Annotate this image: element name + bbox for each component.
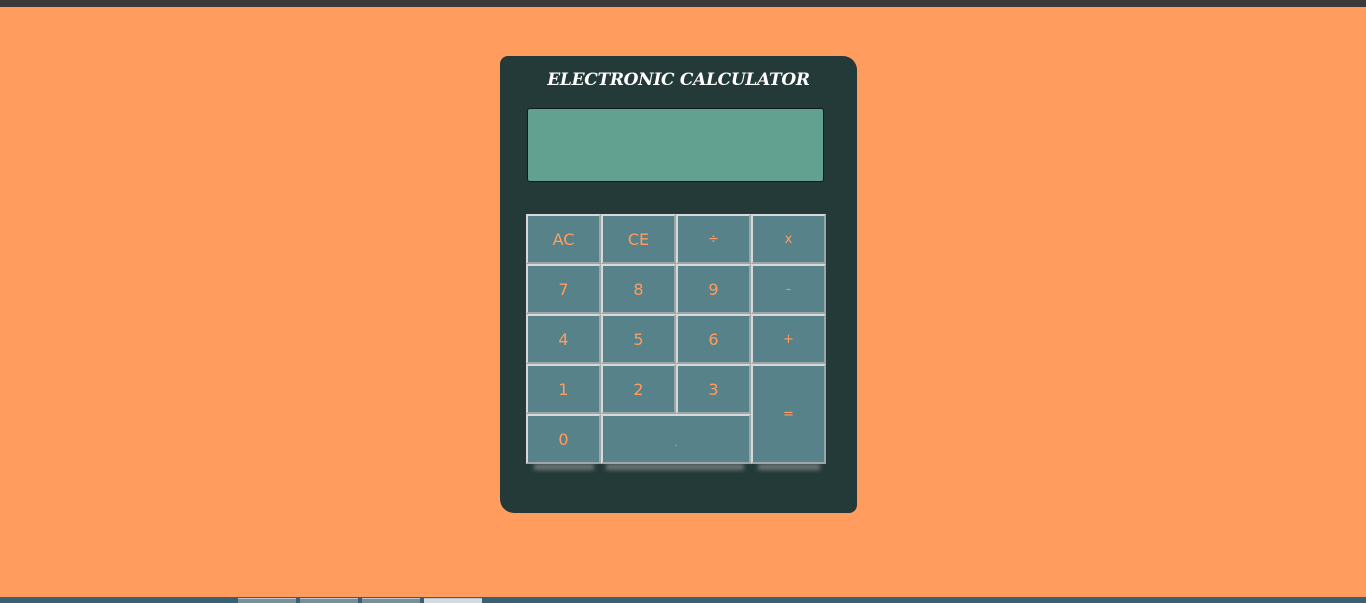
key-minus[interactable]: - [751,264,826,314]
key-1[interactable]: 1 [526,364,601,414]
key-multiply[interactable]: x [751,214,826,264]
key-shadow [534,464,594,470]
key-shadow [758,464,820,470]
key-ac[interactable]: AC [526,214,601,264]
calculator-display [527,108,824,182]
key-5[interactable]: 5 [601,314,676,364]
key-equals[interactable]: = [751,364,826,464]
key-plus[interactable]: + [751,314,826,364]
taskbar-item[interactable] [362,598,420,603]
keypad: AC CE ÷ x 7 8 9 - 4 5 6 + 1 2 3 = 0 . [526,214,826,464]
key-2[interactable]: 2 [601,364,676,414]
key-decimal[interactable]: . [601,414,751,464]
key-ce[interactable]: CE [601,214,676,264]
key-9[interactable]: 9 [676,264,751,314]
taskbar-item[interactable] [424,598,482,603]
taskbar-item[interactable] [238,598,296,603]
calculator: ELECTRONIC CALCULATOR AC CE ÷ x 7 8 9 - … [500,56,857,513]
key-8[interactable]: 8 [601,264,676,314]
key-7[interactable]: 7 [526,264,601,314]
calculator-title: ELECTRONIC CALCULATOR [547,70,810,90]
browser-top-bar [0,0,1366,7]
key-divide[interactable]: ÷ [676,214,751,264]
key-0[interactable]: 0 [526,414,601,464]
taskbar-item[interactable] [300,598,358,603]
key-6[interactable]: 6 [676,314,751,364]
key-3[interactable]: 3 [676,364,751,414]
key-4[interactable]: 4 [526,314,601,364]
desktop-taskbar-strip [0,597,1366,603]
key-shadow [606,464,744,470]
